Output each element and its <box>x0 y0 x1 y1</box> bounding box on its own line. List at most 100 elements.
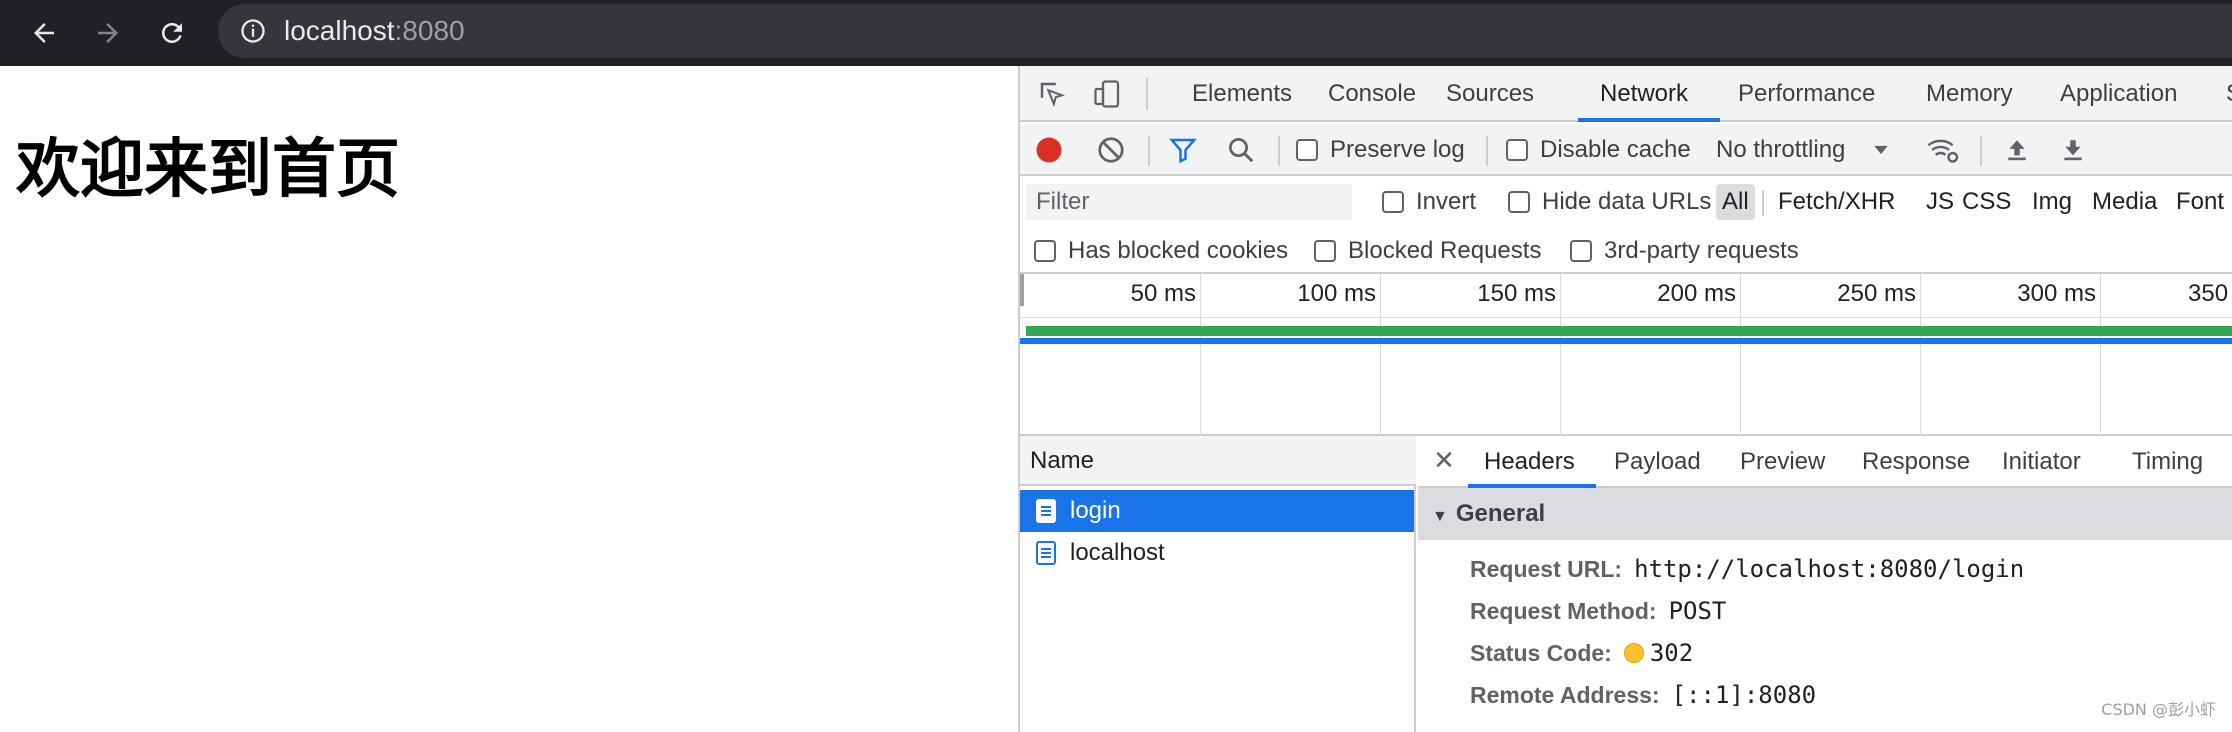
invert-checkbox[interactable]: Invert <box>1382 176 1476 228</box>
wifi-settings-icon <box>1927 139 1959 163</box>
checkbox[interactable] <box>1506 139 1528 161</box>
export-har-button[interactable] <box>2060 124 2086 176</box>
request-row-localhost[interactable]: localhost <box>1020 532 1414 574</box>
reload-icon <box>161 22 182 43</box>
reload-button[interactable] <box>140 0 204 66</box>
document-icon <box>1036 499 1056 523</box>
address-bar[interactable]: localhost:8080 <box>218 4 2232 58</box>
forward-button[interactable] <box>76 0 140 66</box>
has-blocked-cookies-checkbox[interactable]: Has blocked cookies <box>1034 228 1288 274</box>
checkbox[interactable] <box>1314 240 1336 262</box>
hide-data-urls-label: Hide data URLs <box>1542 188 1712 215</box>
throttling-value: No throttling <box>1716 136 1846 163</box>
general-section-header[interactable]: ▼ General <box>1418 488 2232 540</box>
field-value: http://localhost:8080/login <box>1634 555 2025 583</box>
field-key: Request Method: <box>1470 597 1657 624</box>
page-title: 欢迎来到首页 <box>16 133 400 207</box>
blocked-requests-checkbox[interactable]: Blocked Requests <box>1314 228 1541 274</box>
tab-sources[interactable]: Sources <box>1446 66 1534 122</box>
filter-type-img[interactable]: Img <box>2032 176 2072 228</box>
name-column-header[interactable]: Name <box>1020 436 1416 486</box>
filter-type-font[interactable]: Font <box>2176 176 2224 228</box>
field-value: [::1]:8080 <box>1671 681 1817 709</box>
import-har-button[interactable] <box>2004 124 2030 176</box>
checkbox[interactable] <box>1508 191 1530 213</box>
filter-input[interactable] <box>1026 184 1352 220</box>
record-icon <box>1036 137 1062 163</box>
preserve-log-checkbox[interactable]: Preserve log <box>1296 124 1465 176</box>
tab-payload[interactable]: Payload <box>1614 436 1701 488</box>
tab-timing[interactable]: Timing <box>2132 436 2203 488</box>
timeline-request-bar <box>1026 326 2232 336</box>
status-indicator-icon <box>1623 643 1644 663</box>
arrow-left-icon <box>34 23 54 43</box>
timeline-gridline <box>2100 274 2101 436</box>
section-title: General <box>1455 500 1546 527</box>
header-field-remote-address: Remote Address: [::1]:8080 <box>1470 674 1816 716</box>
header-field-request-method: Request Method: POST <box>1470 590 1726 632</box>
page-viewport: 欢迎来到首页 <box>0 66 1018 732</box>
throttling-select[interactable]: No throttling <box>1716 124 1891 176</box>
tab-application[interactable]: Application <box>2060 66 2177 122</box>
devtools-panel: Elements Console Sources Network Perform… <box>1018 66 2232 732</box>
watermark: CSDN @彭小虾 <box>2101 700 2216 719</box>
field-key: Request URL: <box>1470 555 1623 582</box>
third-party-requests-checkbox[interactable]: 3rd-party requests <box>1570 228 1799 274</box>
tab-preview[interactable]: Preview <box>1740 436 1825 488</box>
tab-network[interactable]: Network <box>1600 66 1688 122</box>
filter-type-css[interactable]: CSS <box>1962 176 2011 228</box>
third-party-requests-label: 3rd-party requests <box>1604 237 1799 264</box>
tab-performance[interactable]: Performance <box>1738 66 1875 122</box>
search-icon <box>1229 138 1254 163</box>
blocked-filter-bar: Has blocked cookies Blocked Requests 3rd… <box>1020 228 2232 274</box>
tab-memory[interactable]: Memory <box>1926 66 2013 122</box>
search-button[interactable] <box>1226 124 1256 176</box>
filter-icon <box>1168 138 1198 164</box>
filter-type-js[interactable]: JS <box>1926 176 1954 228</box>
field-value: POST <box>1668 597 1727 625</box>
header-field-request-url: Request URL: http://localhost:8080/login <box>1470 548 2024 590</box>
tab-elements[interactable]: Elements <box>1192 66 1292 122</box>
filter-type-media[interactable]: Media <box>2092 176 2157 228</box>
clear-button[interactable] <box>1096 124 1126 176</box>
hide-data-urls-checkbox[interactable]: Hide data URLs <box>1508 176 1711 228</box>
browser-toolbar: localhost:8080 <box>0 0 2232 66</box>
tab-response[interactable]: Response <box>1862 436 1970 488</box>
checkbox[interactable] <box>1570 240 1592 262</box>
filter-type-fetch-xhr[interactable]: Fetch/XHR <box>1778 176 1895 228</box>
timeline-gridline <box>1560 274 1561 436</box>
request-name: localhost <box>1070 539 1165 566</box>
info-icon[interactable] <box>238 16 268 46</box>
field-key: Remote Address: <box>1470 681 1660 708</box>
request-name: login <box>1070 497 1121 524</box>
tab-overflow[interactable]: S <box>2226 66 2232 122</box>
close-icon[interactable]: ✕ <box>1432 445 1456 475</box>
network-conditions-button[interactable] <box>1926 124 1960 176</box>
tab-console[interactable]: Console <box>1328 66 1416 122</box>
record-button[interactable] <box>1034 124 1064 176</box>
filter-type-all[interactable]: All <box>1716 184 1755 220</box>
network-overview-timeline[interactable]: 50 ms 100 ms 150 ms 200 ms 250 ms 300 ms… <box>1020 274 2232 436</box>
device-toolbar-icon[interactable] <box>1090 76 1126 112</box>
timeline-label: 100 ms <box>1297 280 1376 307</box>
back-button[interactable] <box>12 0 76 66</box>
url-port: :8080 <box>394 15 465 46</box>
timeline-gridline <box>1740 274 1741 436</box>
timeline-label: 350 <box>2188 280 2229 307</box>
timeline-gridline <box>1920 274 1921 436</box>
toolbar-divider <box>1278 136 1280 166</box>
request-row-login[interactable]: login <box>1020 490 1414 532</box>
checkbox[interactable] <box>1382 191 1404 213</box>
tab-initiator[interactable]: Initiator <box>2002 436 2081 488</box>
upload-icon <box>2008 140 2026 161</box>
tab-headers[interactable]: Headers <box>1484 436 1575 488</box>
timeline-start-marker <box>1020 274 1024 306</box>
inspect-element-icon[interactable] <box>1034 76 1070 112</box>
checkbox[interactable] <box>1296 139 1318 161</box>
checkbox[interactable] <box>1034 240 1056 262</box>
disable-cache-checkbox[interactable]: Disable cache <box>1506 124 1691 176</box>
filter-toggle[interactable] <box>1168 124 1198 176</box>
toolbar-divider <box>1148 136 1150 166</box>
document-icon <box>1036 541 1056 565</box>
blocked-requests-label: Blocked Requests <box>1348 237 1542 264</box>
